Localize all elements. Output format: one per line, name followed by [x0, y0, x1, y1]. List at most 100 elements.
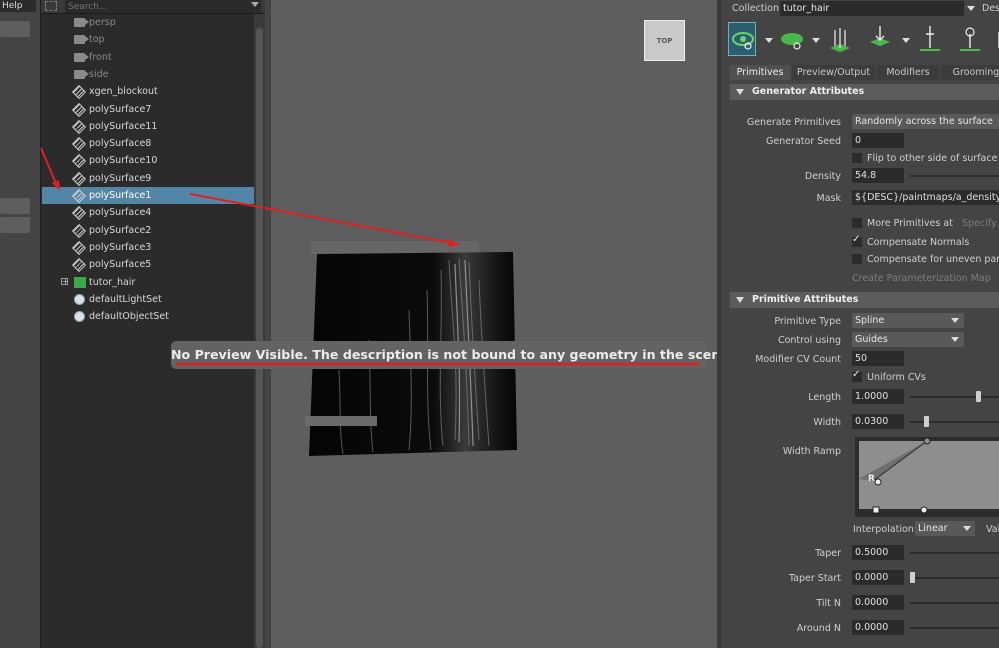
generator-attributes-section[interactable]: Generator Attributes — [730, 84, 999, 100]
density-field[interactable]: 54.8 — [852, 168, 904, 183]
view-cube[interactable]: TOP — [644, 20, 685, 61]
chevron-down-icon[interactable] — [951, 337, 959, 342]
outliner-item[interactable]: polySurface1 — [42, 187, 254, 204]
compensate-uneven-checkbox[interactable] — [852, 254, 862, 264]
around-n-slider[interactable] — [910, 627, 999, 629]
compensate-normals-checkbox[interactable] — [852, 234, 862, 247]
help-menu[interactable]: Help — [0, 0, 36, 12]
mesh-icon — [71, 137, 87, 152]
guide-tool-button[interactable] — [826, 22, 854, 56]
width-field[interactable]: 0.0300 — [852, 414, 904, 429]
outliner-item-label: polySurface1 — [89, 190, 152, 201]
sculpt-guide-button[interactable] — [956, 22, 984, 56]
chevron-down-icon[interactable] — [765, 38, 773, 43]
left-strip-button[interactable] — [0, 198, 30, 214]
uniform-cvs-checkbox[interactable] — [852, 369, 862, 382]
generate-primitives-label: Generate Primitives — [746, 117, 841, 128]
outliner-item[interactable]: polySurface3 — [42, 239, 254, 256]
outliner-item[interactable]: polySurface11 — [42, 118, 254, 135]
outliner-search-input[interactable] — [65, 0, 261, 13]
chevron-down-icon[interactable] — [251, 2, 259, 7]
camera-icon — [74, 35, 89, 45]
left-panel-strip: Help — [0, 0, 40, 648]
chevron-down-icon[interactable] — [902, 38, 910, 43]
more-tools-button[interactable] — [994, 22, 999, 56]
around-n-field[interactable]: 0.0000 — [852, 620, 904, 635]
left-strip-button[interactable] — [0, 21, 30, 37]
outliner-item[interactable]: polySurface9 — [42, 170, 254, 187]
outliner-scroll-thumb[interactable] — [256, 28, 263, 648]
outliner-item[interactable]: defaultObjectSet — [42, 308, 254, 325]
outliner-item[interactable]: polySurface4 — [42, 204, 254, 221]
create-parameterization-map-button[interactable]: Create Parameterization Map — [852, 273, 991, 284]
chevron-down-icon[interactable] — [812, 38, 820, 43]
chevron-down-icon[interactable] — [963, 526, 971, 531]
collection-dropdown[interactable]: tutor_hair — [780, 1, 964, 16]
taper-slider[interactable] — [910, 552, 999, 554]
outliner-item-label: top — [89, 34, 105, 46]
add-guide-button[interactable] — [866, 22, 894, 56]
chevron-down-icon[interactable] — [951, 318, 959, 323]
around-n-label: Around N — [796, 623, 841, 634]
taper-start-field[interactable]: 0.0000 — [852, 570, 904, 585]
outliner-item[interactable]: persp — [42, 14, 254, 31]
tab-preview-output[interactable]: Preview/Output — [792, 65, 875, 80]
tab-primitives[interactable]: Primitives — [730, 65, 790, 80]
density-slider[interactable] — [910, 175, 999, 177]
flip-surface-checkbox[interactable] — [852, 153, 862, 163]
width-slider-thumb[interactable] — [924, 416, 930, 427]
control-using-dropdown[interactable]: Guides — [852, 332, 964, 347]
outliner-item[interactable]: polySurface8 — [42, 135, 254, 152]
outliner-item-label: polySurface11 — [89, 120, 158, 132]
outliner-search-bar — [41, 0, 265, 14]
width-ramp-graph[interactable]: R — [855, 437, 999, 517]
taper-start-slider[interactable] — [910, 577, 999, 579]
outliner-item[interactable]: xgen_blockout — [42, 83, 254, 100]
length-slider[interactable] — [910, 396, 999, 398]
primitive-type-dropdown[interactable]: Spline — [852, 313, 964, 328]
tilt-n-field[interactable]: 0.0000 — [852, 595, 904, 610]
outliner-item[interactable]: polySurface2 — [42, 222, 254, 239]
length-slider-thumb[interactable] — [975, 391, 981, 402]
generate-primitives-dropdown[interactable]: Randomly across the surface — [852, 114, 999, 129]
outliner-item[interactable]: top — [42, 31, 254, 48]
specify-label: Specify F — [962, 218, 999, 229]
outliner-item-label: front — [89, 51, 112, 63]
mesh-icon — [71, 206, 87, 221]
taper-field[interactable]: 0.5000 — [852, 545, 904, 560]
modifier-cv-count-field[interactable]: 50 — [852, 351, 904, 366]
primitive-attributes-section[interactable]: Primitive Attributes — [730, 292, 999, 308]
outliner-item-label: persp — [89, 17, 116, 28]
tilt-n-slider[interactable] — [910, 602, 999, 604]
generator-seed-field[interactable]: 0 — [852, 133, 904, 148]
chevron-down-icon[interactable] — [967, 6, 975, 11]
search-filter-icon[interactable] — [45, 1, 57, 11]
place-guide-button[interactable] — [916, 22, 944, 56]
taper-start-label: Taper Start — [788, 573, 841, 584]
viewport-3d[interactable]: TOP No Preview Visible. The description … — [171, 0, 734, 648]
more-primitives-checkbox[interactable] — [852, 218, 862, 228]
preview-eye-button[interactable] — [728, 22, 756, 56]
outliner-item[interactable]: defaultLightSet — [42, 291, 254, 308]
expand-icon[interactable]: + — [61, 277, 69, 285]
clear-preview-button[interactable] — [778, 22, 806, 56]
mask-field[interactable]: ${DESC}/paintmaps/a_density — [852, 190, 999, 205]
mesh-icon — [71, 258, 87, 273]
outliner-item[interactable]: polySurface10 — [42, 152, 254, 169]
mask-label: Mask — [816, 193, 841, 204]
outliner-item[interactable]: polySurface7 — [42, 101, 254, 118]
density-label: Density — [804, 171, 841, 182]
outliner-item[interactable]: front — [42, 49, 254, 66]
outliner-item-label: polySurface7 — [89, 103, 152, 115]
length-field[interactable]: 1.0000 — [852, 389, 904, 404]
outliner-item-label: tutor_hair — [89, 276, 136, 288]
left-strip-button[interactable] — [0, 217, 30, 233]
taper-start-slider-thumb[interactable] — [910, 572, 915, 583]
outliner-item[interactable]: + tutor_hair — [42, 274, 254, 291]
outliner-item[interactable]: polySurface5 — [42, 256, 254, 273]
tab-modifiers[interactable]: Modifiers — [877, 65, 939, 80]
tab-grooming[interactable]: Grooming — [941, 65, 999, 80]
set-icon — [74, 311, 85, 323]
outliner-item[interactable]: side — [42, 66, 254, 83]
chevron-down-icon — [736, 89, 744, 95]
